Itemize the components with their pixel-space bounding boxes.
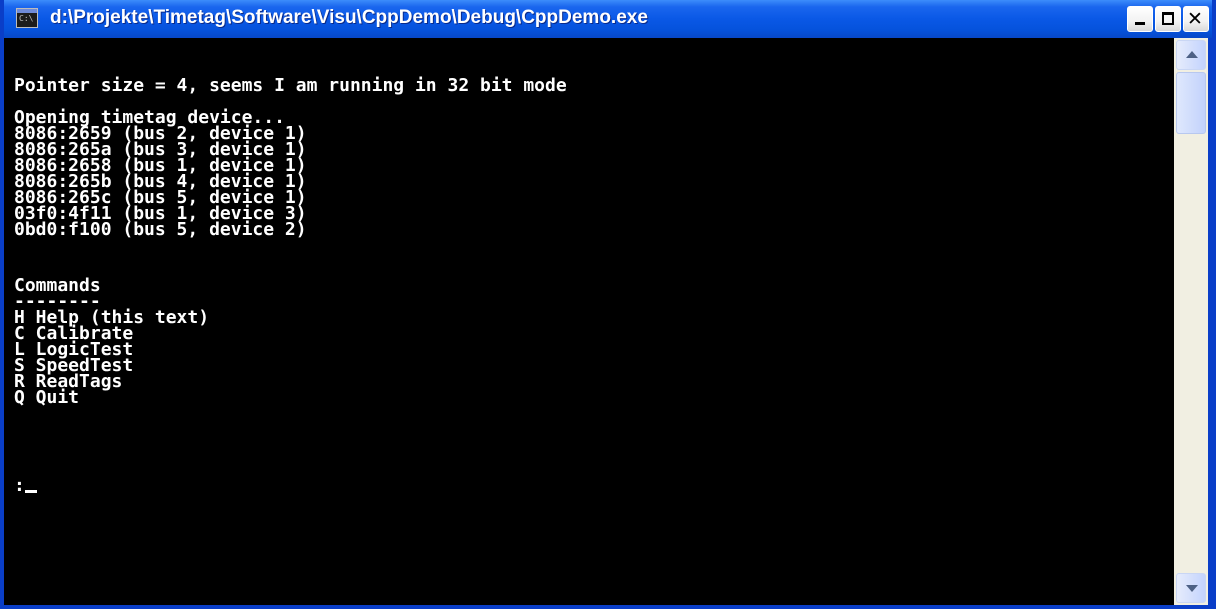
command-item: H Help (this text)	[14, 307, 210, 328]
pointer-size-line: Pointer size = 4, seems I am running in …	[14, 75, 567, 96]
window-title: d:\Projekte\Timetag\Software\Visu\CppDem…	[50, 7, 648, 28]
icon-bar	[17, 9, 37, 13]
device-line: 0bd0:f100 (bus 5, device 2)	[14, 219, 307, 240]
command-item: Q Quit	[14, 387, 80, 408]
command-item: S SpeedTest	[14, 355, 134, 376]
scroll-thumb[interactable]	[1176, 72, 1206, 134]
scroll-up-arrow-icon[interactable]	[1176, 40, 1206, 70]
text-cursor	[24, 490, 37, 493]
scroll-down-arrow-icon[interactable]	[1176, 573, 1206, 603]
console-app-icon[interactable]: C:\	[16, 8, 38, 28]
prompt-symbol: :	[14, 475, 25, 496]
command-item: R ReadTags	[14, 371, 123, 392]
commands-heading: Commands	[14, 275, 101, 296]
console-output[interactable]: Pointer size = 4, seems I am running in …	[4, 38, 1174, 605]
title-bar[interactable]: C:\ d:\Projekte\Timetag\Software\Visu\Cp…	[4, 0, 1212, 38]
maximize-icon	[1162, 12, 1174, 25]
prompt-line[interactable]: :	[14, 475, 1174, 496]
vertical-scrollbar[interactable]	[1174, 38, 1208, 605]
icon-text: C:\	[19, 14, 34, 23]
close-icon: ✕	[1187, 8, 1203, 30]
console-text: Pointer size = 4, seems I am running in …	[4, 38, 1174, 496]
minimize-icon	[1135, 22, 1145, 25]
close-button[interactable]: ✕	[1183, 6, 1209, 32]
minimize-button[interactable]	[1127, 6, 1153, 32]
command-item: L LogicTest	[14, 339, 134, 360]
maximize-button[interactable]	[1155, 6, 1181, 32]
console-window: C:\ d:\Projekte\Timetag\Software\Visu\Cp…	[0, 0, 1216, 609]
command-item: C Calibrate	[14, 323, 134, 344]
